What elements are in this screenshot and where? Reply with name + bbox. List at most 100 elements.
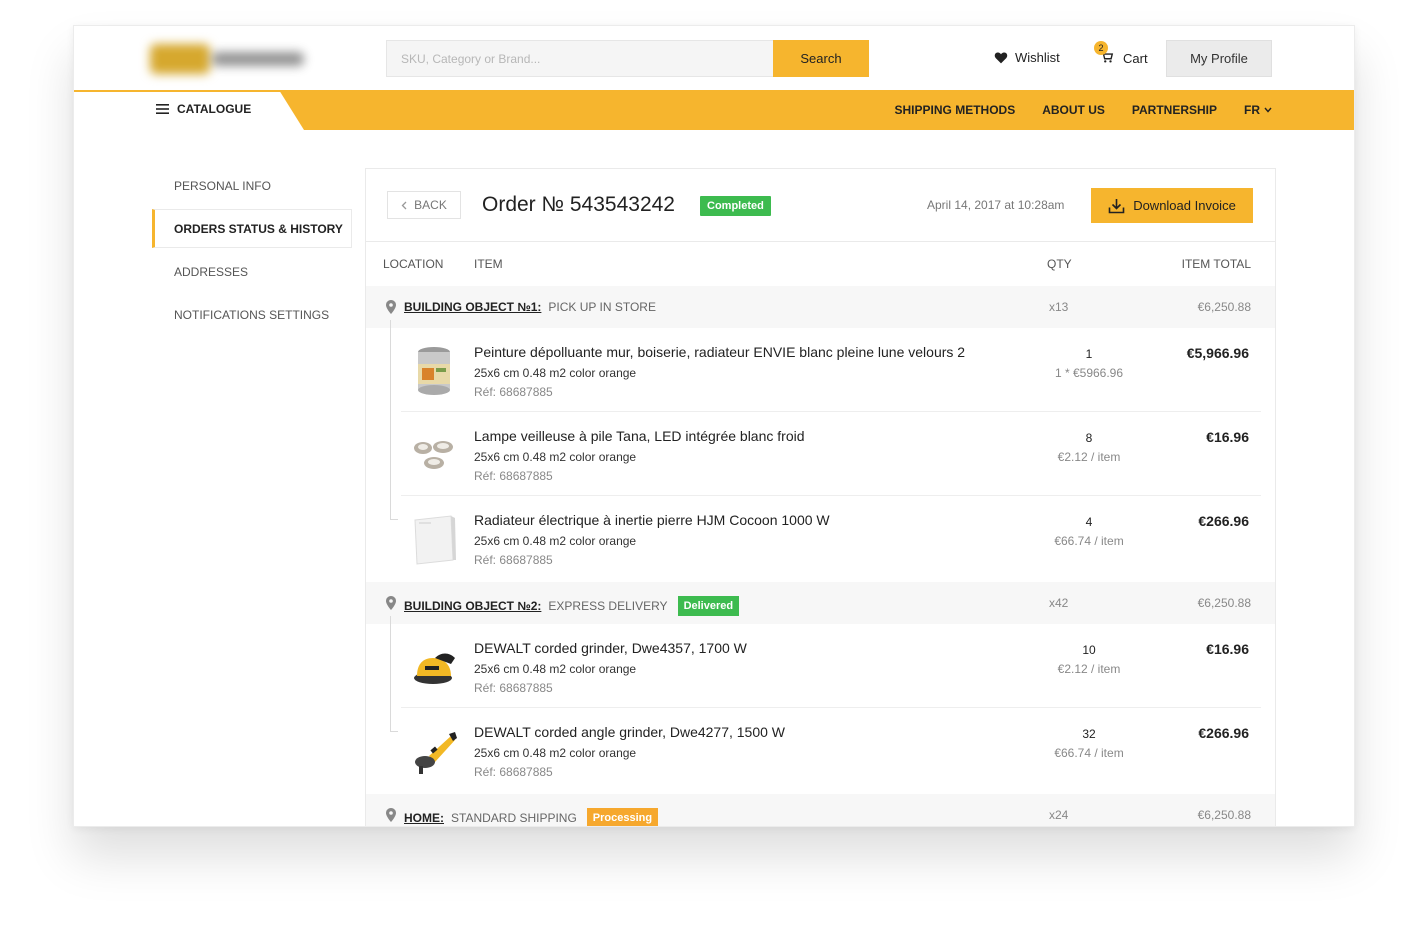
item-unit-price: €2.12 / item [1057,662,1121,676]
tree-connector [390,616,391,732]
tree-connector-tick [390,519,398,520]
cart-label: Cart [1123,50,1148,66]
chevron-left-icon [401,201,407,209]
column-header-qty: QTY [1047,257,1072,271]
location-name[interactable]: HOME: [404,811,444,825]
language-selector[interactable]: FR [1244,103,1272,117]
item-qty: 4 [1085,515,1093,529]
item-qty: 1 [1085,347,1093,361]
column-header-location: LOCATION [383,257,444,271]
order-item-row[interactable]: DEWALT corded grinder, Dwe4357, 1700 W 2… [401,624,1261,708]
download-invoice-button[interactable]: Download Invoice [1091,188,1253,223]
partnership-link[interactable]: PARTNERSHIP [1132,103,1217,117]
item-reference: Réf: 68687885 [474,553,553,567]
group-total: €6,250.88 [1197,808,1251,822]
item-total: €16.96 [1206,429,1249,445]
logo-mark [150,44,210,74]
item-name[interactable]: DEWALT corded angle grinder, Dwe4277, 15… [474,724,785,740]
item-qty: 32 [1082,727,1096,741]
shipping-methods-link[interactable]: SHIPPING METHODS [895,103,1016,117]
download-invoice-label: Download Invoice [1133,198,1236,213]
wishlist-label: Wishlist [1015,50,1060,65]
led-lamp-icon [414,441,453,469]
item-description: 25x6 cm 0.48 m2 color orange [474,534,637,548]
side-item-personal-info[interactable]: PERSONAL INFO [152,166,352,205]
catalogue-menu[interactable]: CATALOGUE [156,102,251,116]
order-item-row[interactable]: Peinture dépolluante mur, boiserie, radi… [401,328,1261,412]
angle-grinder-icon [415,732,457,774]
shipping-method: PICK UP IN STORE [548,300,656,314]
location-group-row[interactable]: HOME: STANDARD SHIPPING Processing x24 €… [366,794,1275,826]
cart-link[interactable]: 2 Cart [1094,41,1148,66]
shipping-method: EXPRESS DELIVERY [548,599,668,613]
location-group-title: BUILDING OBJECT №1: PICK UP IN STORE [404,300,656,314]
map-pin-icon [386,808,396,822]
item-reference: Réf: 68687885 [474,765,553,779]
group-total: €6,250.88 [1197,300,1251,314]
order-status-badge: Completed [700,196,771,216]
location-group-row[interactable]: BUILDING OBJECT №1: PICK UP IN STORE x13… [366,286,1275,328]
item-reference: Réf: 68687885 [474,469,553,483]
my-profile-button[interactable]: My Profile [1166,40,1272,77]
item-total: €266.96 [1198,513,1249,529]
side-item-addresses[interactable]: ADDRESSES [152,252,352,291]
wishlist-link[interactable]: Wishlist [994,50,1060,65]
about-us-link[interactable]: ABOUT US [1042,103,1105,117]
item-unit-price: €66.74 / item [1054,746,1124,760]
brand-logo[interactable] [150,42,310,76]
side-item-orders-status-history[interactable]: ORDERS STATUS & HISTORY [152,209,352,248]
item-description: 25x6 cm 0.48 m2 color orange [474,366,637,380]
order-item-row[interactable]: DEWALT corded angle grinder, Dwe4277, 15… [401,708,1261,792]
cart-icon: 2 [1094,41,1116,66]
shipping-method: STANDARD SHIPPING [451,811,577,825]
item-reference: Réf: 68687885 [474,681,553,695]
menu-links: SHIPPING METHODS ABOUT US PARTNERSHIP FR [895,103,1272,117]
location-group-row[interactable]: BUILDING OBJECT №2: EXPRESS DELIVERY Del… [366,582,1275,624]
hamburger-icon [156,104,169,114]
location-name[interactable]: BUILDING OBJECT №1: [404,300,541,314]
logo-wordmark [212,52,304,66]
map-pin-icon [386,596,396,610]
account-side-menu: PERSONAL INFO ORDERS STATUS & HISTORY AD… [152,166,352,338]
item-total: €16.96 [1206,641,1249,657]
order-item-row[interactable]: Radiateur électrique à inertie pierre HJ… [401,496,1261,580]
search-input[interactable] [386,40,773,77]
location-group-title: HOME: STANDARD SHIPPING Processing [404,808,659,826]
menubar-accent-line [74,90,294,92]
location-group-title: BUILDING OBJECT №2: EXPRESS DELIVERY Del… [404,596,740,616]
radiator-icon [414,515,456,565]
search-bar: Search [386,40,869,77]
catalogue-label: CATALOGUE [177,102,252,116]
search-button[interactable]: Search [773,40,869,77]
delivery-status-badge: Processing [586,808,659,826]
heart-icon [994,52,1008,64]
item-description: 25x6 cm 0.48 m2 color orange [474,746,637,760]
orbital-sander-icon [414,653,455,684]
back-label: BACK [414,198,447,212]
group-qty: x24 [1049,808,1069,822]
item-name[interactable]: Peinture dépolluante mur, boiserie, radi… [474,344,965,360]
item-description: 25x6 cm 0.48 m2 color orange [474,662,637,676]
delivery-status-badge: Delivered [677,596,740,616]
download-icon [1108,198,1125,213]
item-unit-price: €2.12 / item [1057,450,1121,464]
order-detail-panel: BACK Order № 543543242 Completed April 1… [365,168,1276,826]
group-qty: x13 [1049,300,1069,314]
item-name[interactable]: Radiateur électrique à inertie pierre HJ… [474,512,830,528]
map-pin-icon [386,300,396,314]
location-name[interactable]: BUILDING OBJECT №2: [404,599,541,613]
column-header-item-total: ITEM TOTAL [1181,257,1251,271]
main-menu-bar: CATALOGUE SHIPPING METHODS ABOUT US PART… [74,90,1354,130]
item-name[interactable]: Lampe veilleuse à pile Tana, LED intégré… [474,428,805,444]
order-item-row[interactable]: Lampe veilleuse à pile Tana, LED intégré… [401,412,1261,496]
chevron-down-icon [1264,107,1272,113]
cart-count-badge: 2 [1094,41,1108,55]
item-unit-price: €66.74 / item [1054,534,1124,548]
paint-can-icon [418,347,450,395]
item-description: 25x6 cm 0.48 m2 color orange [474,450,637,464]
back-button[interactable]: BACK [387,191,461,219]
side-item-notifications-settings[interactable]: NOTIFICATIONS SETTINGS [152,295,352,334]
item-total: €5,966.96 [1186,345,1249,361]
item-unit-price: 1 * €5966.96 [1054,366,1124,380]
item-name[interactable]: DEWALT corded grinder, Dwe4357, 1700 W [474,640,747,656]
